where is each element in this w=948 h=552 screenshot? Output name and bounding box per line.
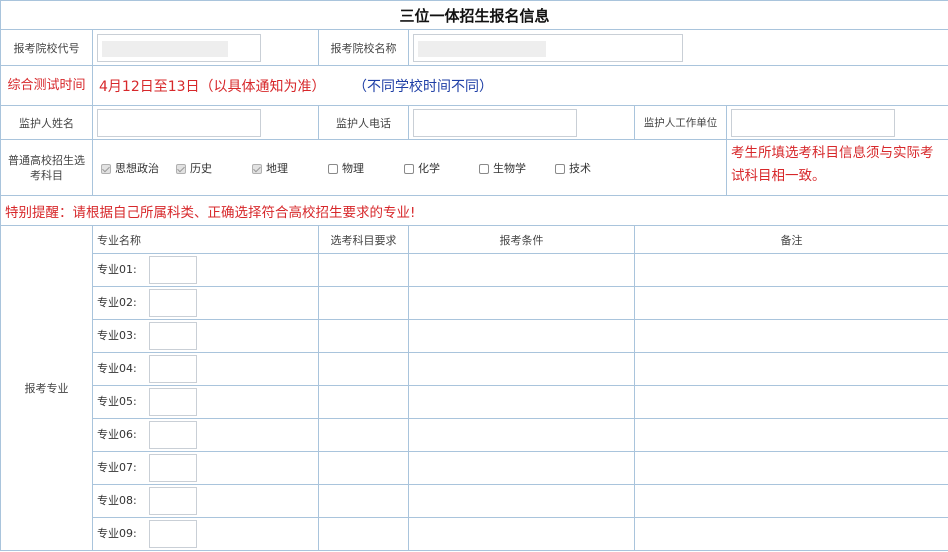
major-row: 专业09: — [1, 517, 948, 551]
major-input-08[interactable] — [149, 487, 197, 515]
subjects-label: 普通高校招生选考科目 — [0, 139, 93, 196]
major-row: 专业01: — [1, 253, 948, 287]
subject-checkbox-group: 思想政治 历史 地理 物理 化学 生物学 技术 — [92, 139, 727, 196]
form-title: 三位一体招生报名信息 — [0, 0, 948, 30]
major-input-09[interactable] — [149, 520, 197, 548]
subject-geography[interactable]: 地理 — [252, 160, 328, 176]
major-row: 专业07: — [1, 451, 948, 485]
major-input-03[interactable] — [149, 322, 197, 350]
test-note-text: （不同学校时间不同） — [353, 78, 494, 95]
test-time-label: 综合测试时间 — [0, 65, 93, 106]
checkbox-icon-checked[interactable] — [101, 163, 111, 174]
checkbox-icon[interactable] — [404, 163, 414, 174]
guardian-work-label: 监护人工作单位 — [634, 105, 727, 140]
major-input-02[interactable] — [149, 289, 197, 317]
redacted-value — [418, 40, 546, 57]
major-label: 专业05: — [97, 395, 137, 408]
form-table: 三位一体招生报名信息 报考院校代号 报考院校名称 综合测试时间 4月12日至13… — [0, 0, 948, 551]
school-code-label: 报考院校代号 — [0, 29, 93, 66]
major-row: 专业08: — [1, 484, 948, 518]
major-input-05[interactable] — [149, 388, 197, 416]
special-reminder: 特别提醒：请根据自己所属科类、正确选择符合高校招生要求的专业! — [0, 195, 948, 226]
major-row: 专业03: — [1, 319, 948, 353]
guardian-work-input[interactable] — [731, 108, 895, 137]
header-remarks: 备注 — [633, 225, 948, 254]
redacted-value — [102, 40, 228, 57]
guardian-phone-label: 监护人电话 — [318, 105, 409, 140]
checkbox-icon-checked[interactable] — [176, 163, 186, 174]
guardian-name-label: 监护人姓名 — [0, 105, 93, 140]
school-name-input[interactable] — [413, 33, 683, 62]
checkbox-icon[interactable] — [328, 163, 338, 174]
major-input-06[interactable] — [149, 421, 197, 449]
major-input-07[interactable] — [149, 454, 197, 482]
major-input-04[interactable] — [149, 355, 197, 383]
major-label: 专业08: — [97, 494, 137, 507]
checkbox-icon[interactable] — [555, 163, 565, 174]
major-label: 专业06: — [97, 428, 137, 441]
majors-section-label: 报考专业 — [0, 225, 93, 551]
subjects-note: 考生所填选考科目信息须与实际考试科目相一致。 — [725, 139, 948, 196]
school-code-input[interactable] — [97, 33, 261, 62]
header-subject-requirement: 选考科目要求 — [318, 225, 409, 254]
checkbox-icon-checked[interactable] — [252, 163, 262, 174]
guardian-phone-input[interactable] — [413, 108, 577, 137]
major-label: 专业07: — [97, 461, 137, 474]
test-date-text: 4月12日至13日（以具体通知为准） — [99, 78, 326, 95]
subject-history[interactable]: 历史 — [176, 160, 252, 176]
subject-politics[interactable]: 思想政治 — [101, 160, 176, 176]
major-label: 专业04: — [97, 362, 137, 375]
major-row: 专业04: — [1, 352, 948, 386]
subject-technology[interactable]: 技术 — [555, 160, 591, 176]
major-row: 专业02: — [1, 286, 948, 320]
major-row: 专业05: — [1, 385, 948, 419]
major-input-01[interactable] — [149, 256, 197, 284]
major-label: 专业03: — [97, 329, 137, 342]
subject-physics[interactable]: 物理 — [328, 160, 404, 176]
registration-form: 三位一体招生报名信息 报考院校代号 报考院校名称 综合测试时间 4月12日至13… — [0, 0, 948, 552]
header-major-name: 专业名称 — [92, 225, 319, 254]
subject-biology[interactable]: 生物学 — [479, 160, 555, 176]
guardian-name-input[interactable] — [97, 108, 261, 137]
school-name-label: 报考院校名称 — [318, 29, 409, 66]
major-label: 专业02: — [97, 296, 137, 309]
major-row: 专业06: — [1, 418, 948, 452]
major-label: 专业09: — [97, 527, 137, 540]
major-label: 专业01: — [97, 263, 137, 276]
checkbox-icon[interactable] — [479, 163, 489, 174]
subject-chemistry[interactable]: 化学 — [404, 160, 479, 176]
header-conditions: 报考条件 — [408, 225, 635, 254]
